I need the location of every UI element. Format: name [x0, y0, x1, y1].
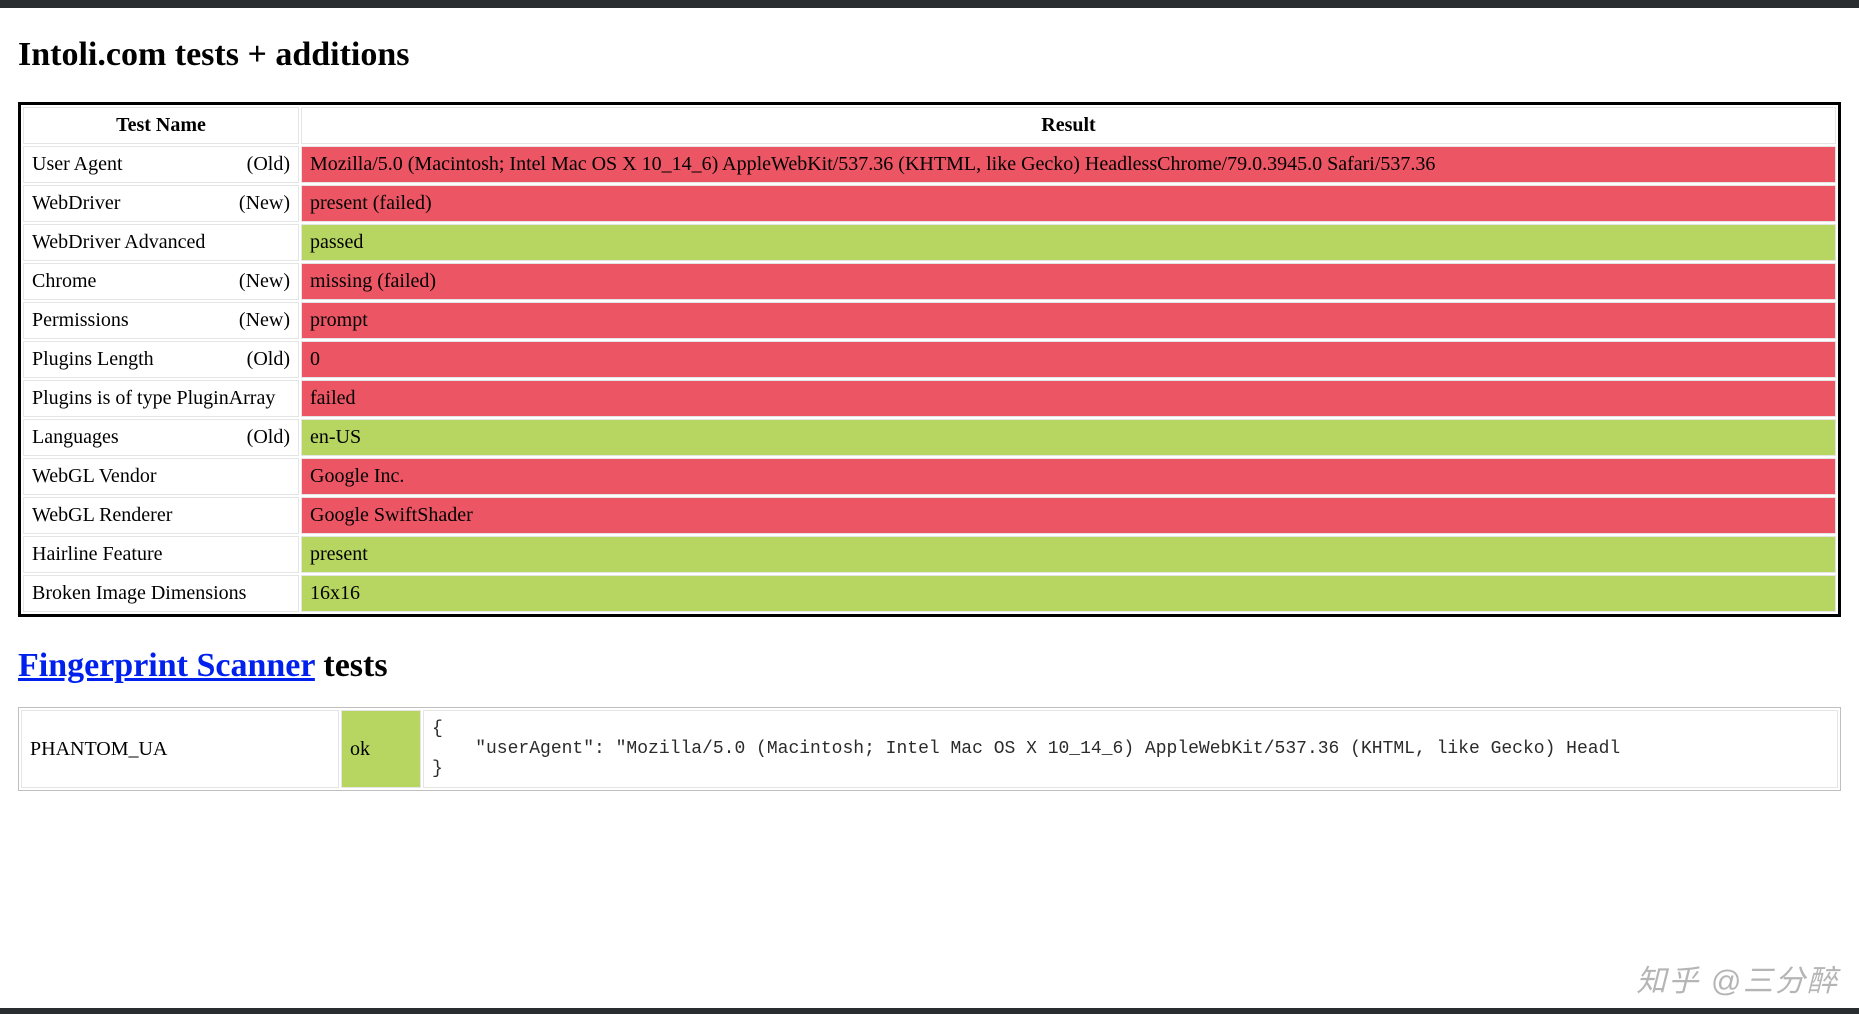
test-name: Chrome	[32, 270, 96, 293]
table-row: WebDriver (New) present (failed)	[23, 185, 1836, 222]
table-header-row: Test Name Result	[23, 107, 1836, 144]
fp-data-cell: { "userAgent": "Mozilla/5.0 (Macintosh; …	[423, 710, 1838, 788]
test-result-cell: Google Inc.	[301, 458, 1836, 495]
test-result-cell: en-US	[301, 419, 1836, 456]
test-name-cell: Plugins Length (Old)	[23, 341, 299, 378]
test-tag: (New)	[239, 270, 290, 293]
test-name: WebGL Vendor	[32, 465, 156, 488]
test-name-cell: WebGL Renderer	[23, 497, 299, 534]
test-tag: (Old)	[247, 348, 290, 371]
test-name: Hairline Feature	[32, 543, 163, 566]
test-name: Permissions	[32, 309, 129, 332]
test-name-cell: WebGL Vendor	[23, 458, 299, 495]
test-result-cell: 16x16	[301, 575, 1836, 612]
table-row: WebGL Vendor Google Inc.	[23, 458, 1836, 495]
test-name: Languages	[32, 426, 119, 449]
page: Intoli.com tests + additions Test Name R…	[0, 8, 1859, 1008]
table-row: PHANTOM_UAok{ "userAgent": "Mozilla/5.0 …	[21, 710, 1838, 788]
table-row: Plugins Length (Old) 0	[23, 341, 1836, 378]
test-result-cell: Google SwiftShader	[301, 497, 1836, 534]
intoli-tests-table: Test Name Result User Agent (Old) Mozilla/…	[18, 102, 1841, 617]
table-row: Broken Image Dimensions 16x16	[23, 575, 1836, 612]
table-row: Permissions (New) prompt	[23, 302, 1836, 339]
fp-test-name: PHANTOM_UA	[21, 710, 339, 788]
fp-status-cell: ok	[341, 710, 421, 788]
page-title: Intoli.com tests + additions	[18, 36, 1841, 74]
col-header-result: Result	[301, 107, 1836, 144]
table-row: WebDriver Advanced passed	[23, 224, 1836, 261]
test-name: Broken Image Dimensions	[32, 582, 246, 605]
test-result-cell: present	[301, 536, 1836, 573]
table-row: Languages (Old) en-US	[23, 419, 1836, 456]
test-name: User Agent	[32, 153, 123, 176]
test-name-cell: Plugins is of type PluginArray	[23, 380, 299, 417]
test-result-cell: present (failed)	[301, 185, 1836, 222]
test-name: Plugins is of type PluginArray	[32, 387, 275, 410]
test-result-cell: prompt	[301, 302, 1836, 339]
test-result-cell: missing (failed)	[301, 263, 1836, 300]
test-result-cell: passed	[301, 224, 1836, 261]
test-name: WebDriver	[32, 192, 120, 215]
test-name-cell: Broken Image Dimensions	[23, 575, 299, 612]
test-tag: (New)	[239, 309, 290, 332]
test-name-cell: Permissions (New)	[23, 302, 299, 339]
test-name: WebDriver Advanced	[32, 231, 205, 254]
test-tag: (New)	[239, 192, 290, 215]
test-result-cell: 0	[301, 341, 1836, 378]
test-tag: (Old)	[247, 153, 290, 176]
test-name-cell: User Agent (Old)	[23, 146, 299, 183]
test-name-cell: Chrome (New)	[23, 263, 299, 300]
test-name-cell: WebDriver (New)	[23, 185, 299, 222]
test-name-cell: WebDriver Advanced	[23, 224, 299, 261]
test-name-cell: Languages (Old)	[23, 419, 299, 456]
fingerprint-tests-table: PHANTOM_UAok{ "userAgent": "Mozilla/5.0 …	[18, 707, 1841, 791]
test-name: WebGL Renderer	[32, 504, 172, 527]
col-header-name: Test Name	[23, 107, 299, 144]
table-row: User Agent (Old) Mozilla/5.0 (Macintosh; I…	[23, 146, 1836, 183]
test-name-cell: Hairline Feature	[23, 536, 299, 573]
test-tag: (Old)	[247, 426, 290, 449]
table-row: Plugins is of type PluginArray failed	[23, 380, 1836, 417]
test-name: Plugins Length	[32, 348, 154, 371]
test-result-cell: failed	[301, 380, 1836, 417]
test-result-cell: Mozilla/5.0 (Macintosh; Intel Mac OS X 1…	[301, 146, 1836, 183]
table-row: Chrome (New) missing (failed)	[23, 263, 1836, 300]
section-title-rest: tests	[315, 647, 388, 684]
table-row: WebGL Renderer Google SwiftShader	[23, 497, 1836, 534]
section-title-fingerprint: Fingerprint Scanner tests	[18, 647, 1841, 685]
table-row: Hairline Feature present	[23, 536, 1836, 573]
fingerprint-scanner-link[interactable]: Fingerprint Scanner	[18, 647, 315, 684]
